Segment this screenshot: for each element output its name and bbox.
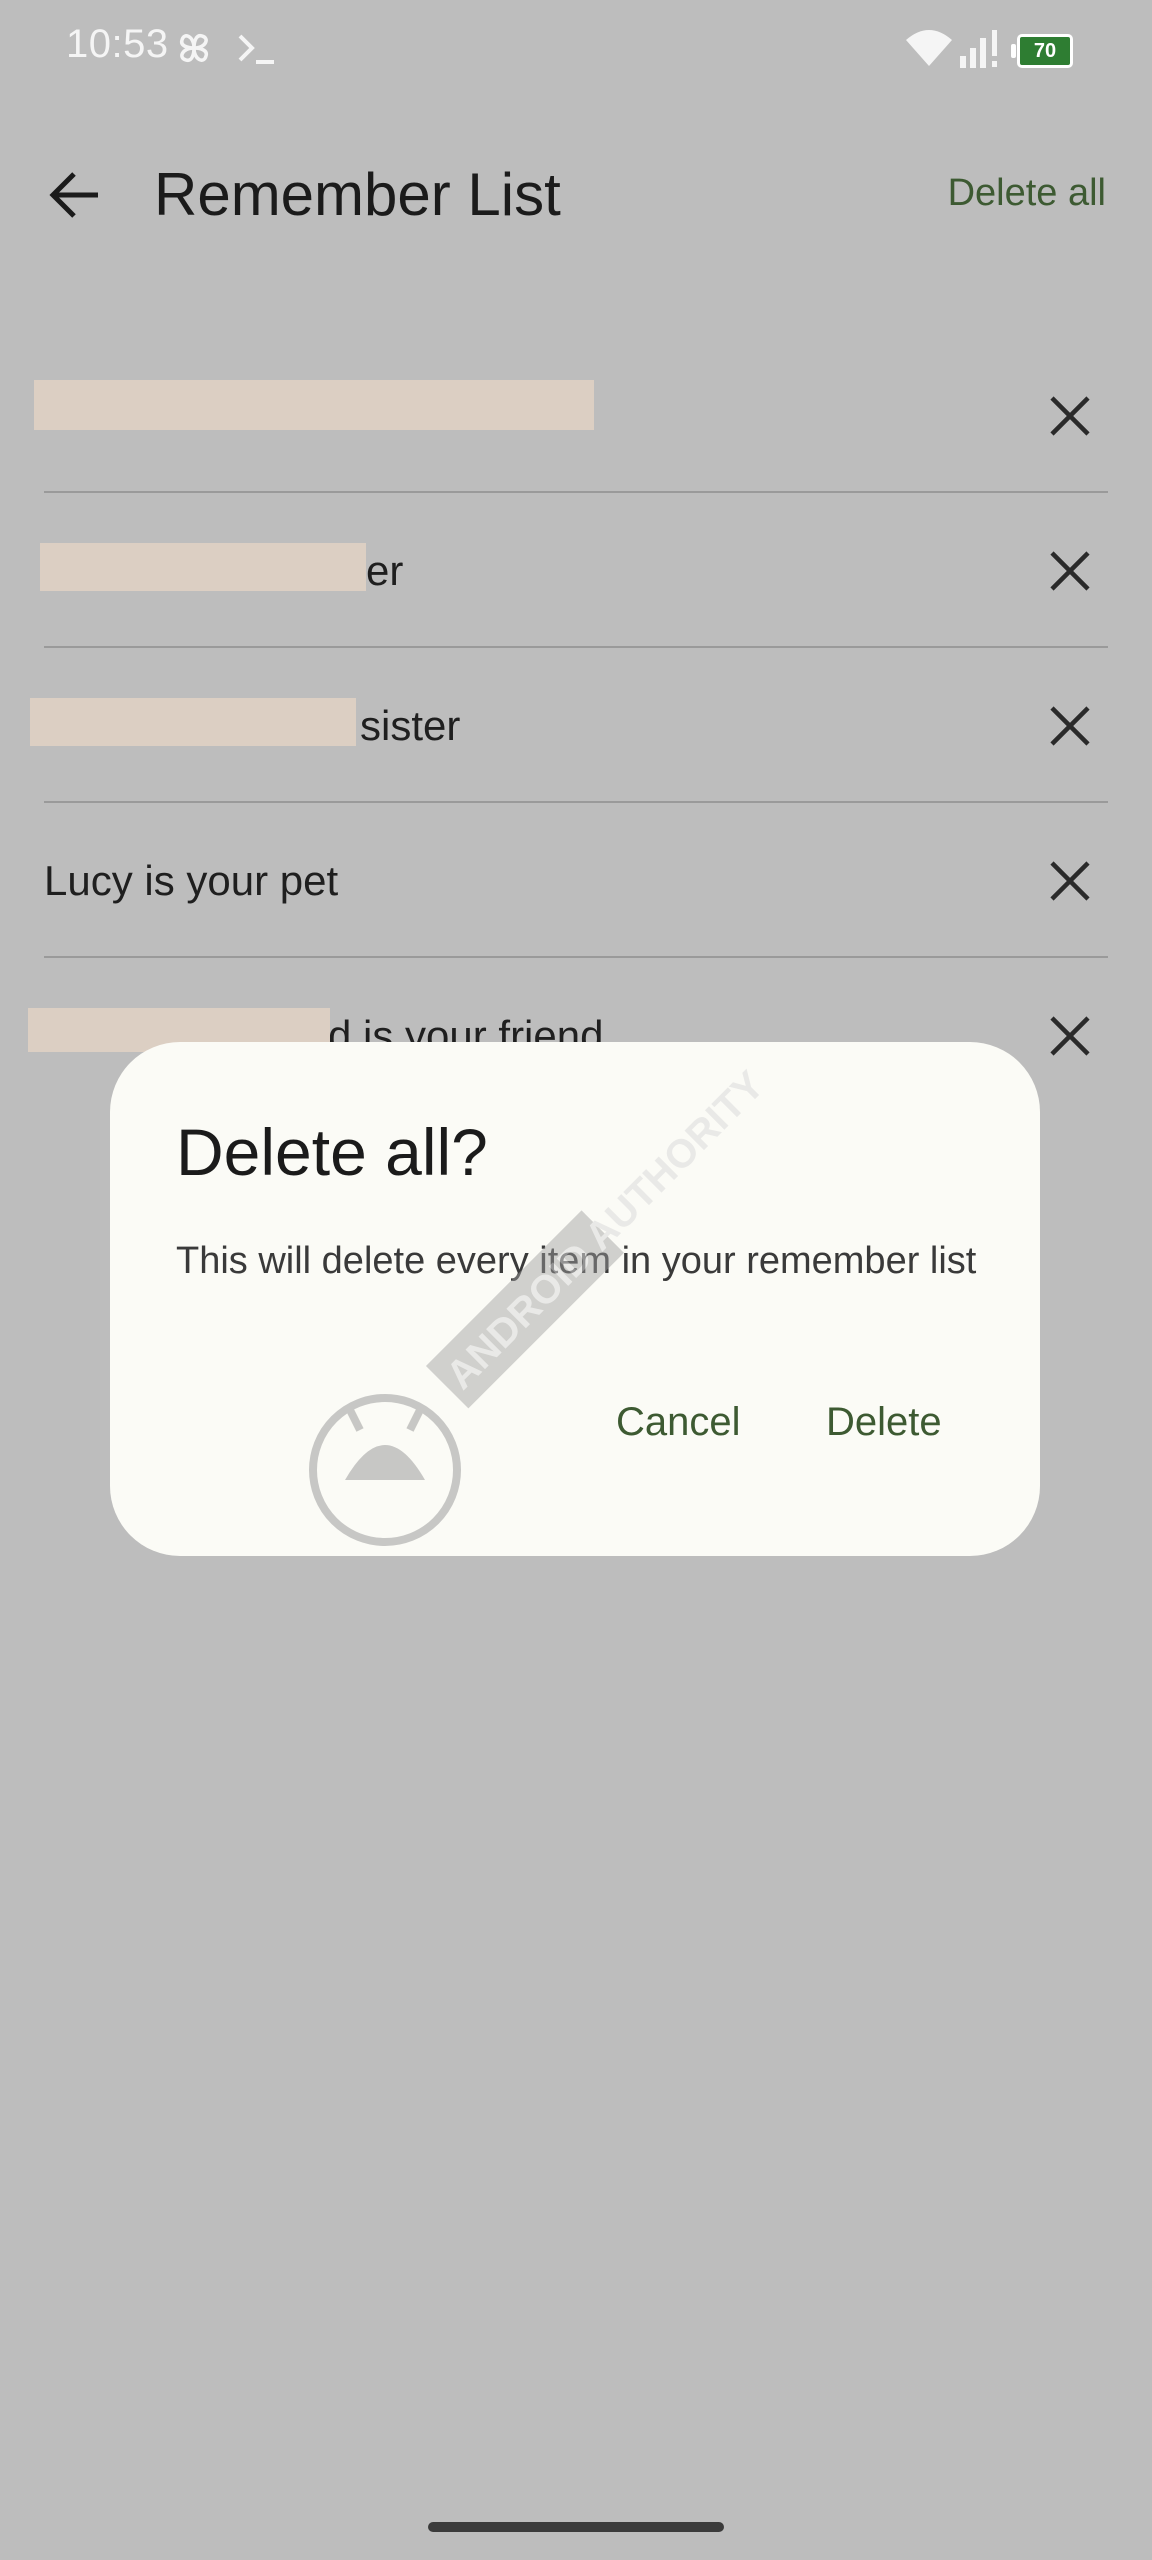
- close-icon: [1050, 1015, 1090, 1056]
- list-item: er: [0, 493, 1152, 648]
- remove-item-button[interactable]: [1044, 1010, 1096, 1062]
- list-item: sister: [0, 648, 1152, 803]
- redacted-text: [40, 543, 366, 591]
- terminal-icon: [234, 24, 282, 77]
- dialog-title: Delete all?: [176, 1115, 488, 1189]
- close-icon: [1050, 395, 1090, 436]
- battery-charging-icon: 70: [1011, 34, 1073, 68]
- status-bar: 10:53 70: [0, 0, 1152, 100]
- status-time: 10:53: [66, 22, 169, 66]
- close-icon: [1050, 860, 1090, 901]
- redacted-text: [34, 380, 594, 430]
- remember-list: er sister Lucy is your pet d is your fri…: [0, 338, 1152, 1113]
- confirm-delete-button[interactable]: Delete: [826, 1400, 942, 1445]
- wifi-icon: [904, 26, 954, 75]
- close-icon: [1050, 550, 1090, 591]
- redacted-text: [30, 698, 356, 746]
- list-item-text: Lucy is your pet: [44, 856, 339, 904]
- remove-item-button[interactable]: [1044, 700, 1096, 752]
- remove-item-button[interactable]: [1044, 390, 1096, 442]
- remove-item-button[interactable]: [1044, 855, 1096, 907]
- remove-item-button[interactable]: [1044, 545, 1096, 597]
- signal-icon: [958, 26, 1002, 75]
- arrow-back-icon: [49, 172, 98, 218]
- pinwheel-icon: [170, 24, 218, 77]
- dialog-message: This will delete every item in your reme…: [176, 1240, 977, 1282]
- page-title: Remember List: [154, 161, 561, 228]
- gesture-navigation-bar[interactable]: [428, 2522, 724, 2532]
- list-item: Lucy is your pet: [0, 803, 1152, 958]
- delete-all-dialog: Delete all? This will delete every item …: [110, 1042, 1040, 1556]
- cancel-button[interactable]: Cancel: [616, 1400, 741, 1445]
- list-item: [0, 338, 1152, 493]
- delete-all-button[interactable]: Delete all: [948, 172, 1106, 215]
- back-button[interactable]: [40, 160, 110, 230]
- close-icon: [1050, 705, 1090, 746]
